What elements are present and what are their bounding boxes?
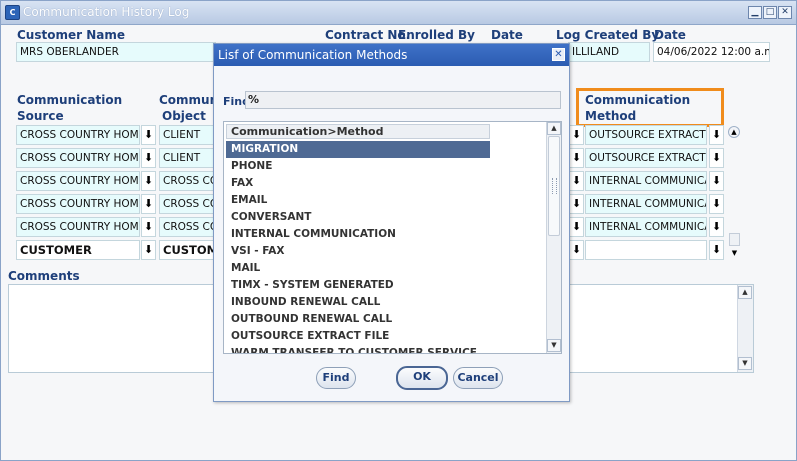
list-item[interactable]: PHONE bbox=[226, 158, 546, 175]
method-dropdown-icon[interactable]: ⬇ bbox=[709, 171, 724, 191]
comm-source-label-1: Communication bbox=[17, 93, 123, 107]
list-item[interactable]: CONVERSANT bbox=[226, 209, 546, 226]
comments-scroll-down[interactable]: ▼ bbox=[738, 357, 752, 370]
enrolled-dropdown-icon[interactable]: ⬇ bbox=[569, 194, 584, 214]
enrolled-dropdown-icon[interactable]: ⬇ bbox=[569, 217, 584, 237]
list-item[interactable]: OUTBOUND RENEWAL CALL bbox=[226, 311, 546, 328]
enrolled-dropdown-icon[interactable]: ⬇ bbox=[569, 240, 584, 260]
list-item[interactable]: MAIL bbox=[226, 260, 546, 277]
object-field[interactable]: CROSS CO bbox=[159, 217, 217, 237]
dialog-title: Lisf of Communication Methods bbox=[214, 44, 569, 66]
method-dropdown-icon[interactable]: ⬇ bbox=[709, 194, 724, 214]
source-field[interactable]: CROSS COUNTRY HOME bbox=[16, 148, 140, 168]
method-dropdown-icon[interactable]: ⬇ bbox=[709, 217, 724, 237]
method-dropdown-icon[interactable]: ⬇ bbox=[709, 240, 724, 260]
source-dropdown-icon[interactable]: ⬇ bbox=[141, 125, 156, 145]
list-scroll-thumb[interactable] bbox=[548, 136, 560, 236]
close-button[interactable]: ✕ bbox=[778, 6, 792, 19]
list-scrollbar[interactable]: ▲ ▼ bbox=[546, 122, 561, 353]
list-item[interactable]: MIGRATION bbox=[226, 141, 490, 158]
source-dropdown-icon[interactable]: ⬇ bbox=[141, 194, 156, 214]
object-field[interactable]: CUSTOME bbox=[159, 240, 217, 260]
comm-method-label-2: Method bbox=[585, 109, 637, 123]
method-field[interactable]: INTERNAL COMMUNICAT bbox=[585, 171, 707, 191]
title-bar: C Communication History Log ▁ □ ✕ bbox=[1, 1, 796, 25]
list-item[interactable]: VSI - FAX bbox=[226, 243, 546, 260]
list-item[interactable]: EMAIL bbox=[226, 192, 546, 209]
customer-name-field[interactable]: MRS OBERLANDER bbox=[16, 42, 216, 62]
comments-scroll-up[interactable]: ▲ bbox=[738, 286, 752, 299]
enrolled-by-label: Enrolled By bbox=[398, 28, 476, 42]
find-button[interactable]: Find bbox=[316, 367, 356, 389]
comm-source-label-2: Source bbox=[17, 109, 64, 123]
list-item[interactable]: INTERNAL COMMUNICATION bbox=[226, 226, 546, 243]
minimize-button[interactable]: ▁ bbox=[748, 6, 762, 19]
dialog-title-text: Lisf of Communication Methods bbox=[218, 48, 408, 62]
source-field[interactable]: CROSS COUNTRY HOME bbox=[16, 125, 140, 145]
log-created-by-field[interactable]: ILLILAND bbox=[568, 42, 650, 62]
log-created-by-label: Log Created By bbox=[556, 28, 660, 42]
list-item[interactable]: OUTSOURCE EXTRACT FILE bbox=[226, 328, 546, 345]
scroll-grip-icon bbox=[552, 178, 557, 194]
app-icon: C bbox=[5, 5, 20, 20]
grid-scroll-thumb[interactable] bbox=[729, 233, 740, 246]
list-scroll-up[interactable]: ▲ bbox=[547, 122, 561, 135]
comm-object-label-2: Object bbox=[162, 109, 206, 123]
log-date-label: Date bbox=[654, 28, 686, 42]
method-field[interactable]: OUTSOURCE EXTRACT F bbox=[585, 125, 707, 145]
source-field[interactable]: CROSS COUNTRY HOME bbox=[16, 194, 140, 214]
method-dropdown-icon[interactable]: ⬇ bbox=[709, 148, 724, 168]
object-field[interactable]: CLIENT bbox=[159, 125, 217, 145]
comments-scrollbar[interactable]: ▲ ▼ bbox=[737, 285, 753, 372]
source-dropdown-icon[interactable]: ⬇ bbox=[141, 240, 156, 260]
list-item[interactable]: FAX bbox=[226, 175, 546, 192]
date-label: Date bbox=[491, 28, 523, 42]
methods-listbox[interactable]: Communication>Method MIGRATION PHONE FAX EM… bbox=[223, 121, 562, 354]
method-dropdown-icon[interactable]: ⬇ bbox=[709, 125, 724, 145]
source-dropdown-icon[interactable]: ⬇ bbox=[141, 148, 156, 168]
method-field[interactable]: OUTSOURCE EXTRACT F bbox=[585, 148, 707, 168]
log-date-field[interactable]: 04/06/2022 12:00 a.m. bbox=[653, 42, 770, 62]
grid-scroll-up-button[interactable]: ▲ bbox=[728, 126, 740, 138]
object-field[interactable]: CLIENT bbox=[159, 148, 217, 168]
enrolled-dropdown-icon[interactable]: ⬇ bbox=[569, 148, 584, 168]
object-field[interactable]: CROSS CO bbox=[159, 171, 217, 191]
methods-dialog: Lisf of Communication Methods ✕ Find % C… bbox=[213, 43, 570, 402]
method-field[interactable]: INTERNAL COMMUNICAT bbox=[585, 194, 707, 214]
comm-method-label-1: Communication bbox=[585, 93, 691, 107]
list-item[interactable]: TIMX - SYSTEM GENERATED bbox=[226, 277, 546, 294]
cancel-button[interactable]: Cancel bbox=[453, 367, 503, 389]
source-dropdown-icon[interactable]: ⬇ bbox=[141, 217, 156, 237]
enrolled-dropdown-icon[interactable]: ⬇ bbox=[569, 171, 584, 191]
maximize-button[interactable]: □ bbox=[763, 6, 777, 19]
source-field[interactable]: CUSTOMER bbox=[16, 240, 140, 260]
customer-name-label: Customer Name bbox=[17, 28, 125, 42]
grid-scroll-down-icon[interactable]: ▼ bbox=[729, 247, 740, 259]
list-scroll-down[interactable]: ▼ bbox=[547, 339, 561, 352]
comments-label: Comments bbox=[8, 269, 80, 283]
source-field[interactable]: CROSS COUNTRY HOME bbox=[16, 171, 140, 191]
list-item[interactable]: WARM TRANSFER TO CUSTOMER SERVICE bbox=[226, 345, 546, 353]
ok-button[interactable]: OK bbox=[396, 366, 448, 390]
method-field[interactable] bbox=[585, 240, 707, 260]
dialog-close-icon[interactable]: ✕ bbox=[552, 48, 565, 61]
method-field[interactable]: INTERNAL COMMUNICAT bbox=[585, 217, 707, 237]
source-dropdown-icon[interactable]: ⬇ bbox=[141, 171, 156, 191]
window-title: Communication History Log bbox=[23, 5, 190, 19]
list-items: MIGRATION PHONE FAX EMAIL CONVERSANT INTERNAL… bbox=[226, 141, 546, 353]
find-input[interactable]: % bbox=[245, 91, 561, 109]
list-column-header: Communication>Method bbox=[226, 124, 490, 139]
object-field[interactable]: CROSS CO bbox=[159, 194, 217, 214]
source-field[interactable]: CROSS COUNTRY HOME bbox=[16, 217, 140, 237]
list-item[interactable]: INBOUND RENEWAL CALL bbox=[226, 294, 546, 311]
enrolled-dropdown-icon[interactable]: ⬇ bbox=[569, 125, 584, 145]
